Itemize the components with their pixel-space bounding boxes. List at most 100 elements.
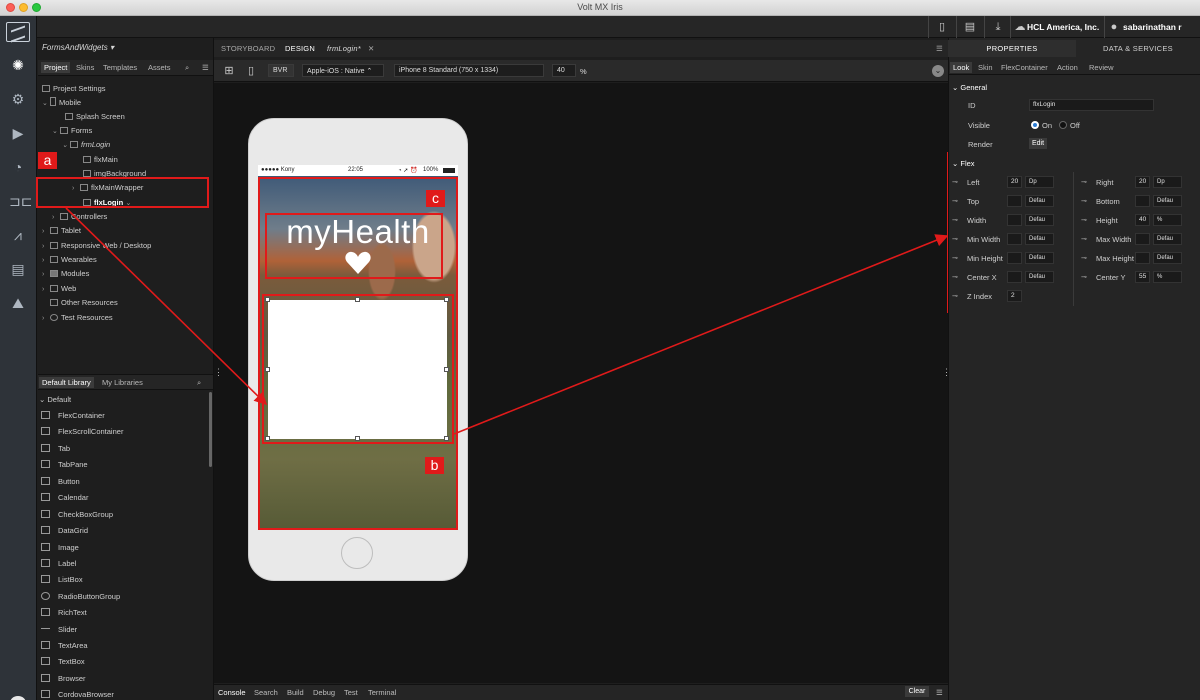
project-name[interactable]: FormsAndWidgets ▾: [42, 43, 114, 52]
library-item[interactable]: Label: [41, 558, 76, 570]
flex-top-unit[interactable]: Defau: [1025, 195, 1054, 207]
flex-center-x-unit[interactable]: Defau: [1025, 271, 1054, 283]
chevron-down-icon[interactable]: ⌄: [932, 65, 944, 77]
tab-storyboard[interactable]: STORYBOARD: [221, 44, 275, 53]
flex-height-unit[interactable]: %: [1153, 214, 1182, 226]
tab-my-libraries[interactable]: My Libraries: [102, 378, 143, 387]
bvr-button[interactable]: BVR: [268, 64, 294, 77]
tree-splash-screen[interactable]: Splash Screen: [65, 111, 125, 123]
link-icon[interactable]: ⊸: [1081, 235, 1087, 243]
flex-max-height-unit[interactable]: Defau: [1153, 252, 1182, 264]
gauge-icon[interactable]: ◔: [9, 158, 27, 176]
link-icon[interactable]: ⊸: [952, 273, 958, 281]
flex-height-input[interactable]: 40: [1135, 214, 1150, 226]
tree-responsive-web[interactable]: › Responsive Web / Desktop: [42, 240, 151, 252]
flex-left-input[interactable]: 20: [1007, 176, 1022, 188]
play-icon[interactable]: ▶: [9, 124, 27, 142]
tree-modules[interactable]: › Modules: [42, 268, 89, 280]
link-icon[interactable]: ⊸: [952, 178, 958, 186]
link-icon[interactable]: ⊸: [952, 254, 958, 262]
tree-project-settings[interactable]: Project Settings: [42, 83, 106, 95]
tab-default-library[interactable]: Default Library: [39, 377, 94, 388]
splitter-grip-icon[interactable]: ⋮: [214, 367, 223, 378]
tree-frmlogin[interactable]: ⌄ frmLogin: [62, 139, 110, 151]
link-icon[interactable]: ⊸: [1081, 216, 1087, 224]
flex-right-input[interactable]: 20: [1135, 176, 1150, 188]
tree-tablet[interactable]: › Tablet: [42, 225, 81, 237]
library-group-default[interactable]: ⌄ Default: [39, 394, 71, 406]
device-icon[interactable]: ▯: [935, 20, 949, 34]
link-icon[interactable]: ⊸: [1081, 197, 1087, 205]
library-item[interactable]: CordovaBrowser: [41, 689, 114, 700]
flex-right-unit[interactable]: Dp: [1153, 176, 1182, 188]
menu-icon[interactable]: ☰: [202, 63, 209, 72]
flex-max-width-unit[interactable]: Defau: [1153, 233, 1182, 245]
splitter-grip-icon[interactable]: ⋮: [942, 367, 951, 378]
flex-center-y-input[interactable]: 55: [1135, 271, 1150, 283]
tab-properties[interactable]: PROPERTIES: [948, 40, 1076, 57]
library-item[interactable]: Tab: [41, 443, 70, 455]
library-scrollbar[interactable]: [209, 392, 212, 467]
library-item[interactable]: Image: [41, 542, 79, 554]
link-icon[interactable]: ⊸: [952, 292, 958, 300]
flex-section-header[interactable]: ⌄ Flex: [952, 159, 975, 168]
flex-z-index-input[interactable]: 2: [1007, 290, 1022, 302]
editor-menu-icon[interactable]: ☰: [936, 44, 943, 53]
tab-terminal[interactable]: Terminal: [368, 688, 396, 697]
tab-look[interactable]: Look: [950, 62, 973, 73]
library-item[interactable]: FlexScrollContainer: [41, 426, 123, 438]
link-icon[interactable]: ⊸: [952, 235, 958, 243]
flex-min-height-unit[interactable]: Defau: [1025, 252, 1054, 264]
flex-bottom-input[interactable]: [1135, 195, 1150, 207]
tab-debug[interactable]: Debug: [313, 688, 335, 697]
tab-action[interactable]: Action: [1057, 63, 1078, 72]
flex-max-width-input[interactable]: [1135, 233, 1150, 245]
tree-wearables[interactable]: › Wearables: [42, 254, 97, 266]
tab-test[interactable]: Test: [344, 688, 358, 697]
tab-flexcontainer[interactable]: FlexContainer: [1001, 63, 1048, 72]
console-menu-icon[interactable]: ☰: [936, 688, 943, 697]
cloud-icon[interactable]: ☁: [1013, 20, 1027, 34]
library-item[interactable]: Button: [41, 476, 80, 488]
device-preview-icon[interactable]: ▯: [244, 64, 258, 78]
tab-build[interactable]: Build: [287, 688, 304, 697]
flex-min-width-unit[interactable]: Defau: [1025, 233, 1054, 245]
id-input[interactable]: flxLogin: [1029, 99, 1154, 111]
library-item[interactable]: FlexContainer: [41, 410, 105, 422]
library-item[interactable]: TextBox: [41, 656, 85, 668]
clipboard-icon[interactable]: ▤: [963, 20, 977, 34]
chat-icon[interactable]: [10, 696, 26, 700]
platform-select[interactable]: Apple-iOS : Native ⌃: [302, 64, 384, 77]
general-section-header[interactable]: ⌄ General: [952, 83, 987, 92]
link-icon[interactable]: ⊸: [952, 197, 958, 205]
tree-mobile[interactable]: ⌄ Mobile: [42, 97, 81, 109]
layout-icon[interactable]: ⊞: [222, 64, 236, 78]
mapping-icon[interactable]: ⊐⊏: [9, 192, 32, 210]
flex-width-input[interactable]: [1007, 214, 1022, 226]
visible-on-radio[interactable]: [1031, 121, 1039, 129]
library-item[interactable]: RichText: [41, 607, 87, 619]
settings-gear-icon[interactable]: ⚙: [9, 90, 27, 108]
flex-width-unit[interactable]: Defau: [1025, 214, 1054, 226]
tab-data-services[interactable]: DATA & SERVICES: [1076, 40, 1200, 57]
device-select[interactable]: iPhone 8 Standard (750 x 1334): [394, 64, 544, 77]
tree-controllers[interactable]: › Controllers: [52, 211, 107, 223]
flex-bottom-unit[interactable]: Defau: [1153, 195, 1182, 207]
library-item[interactable]: ListBox: [41, 574, 83, 586]
tab-review[interactable]: Review: [1089, 63, 1114, 72]
tab-design[interactable]: DESIGN: [285, 44, 315, 53]
tab-frmlogin[interactable]: frmLogin*: [327, 44, 361, 53]
tree-forms[interactable]: ⌄ Forms: [52, 125, 92, 137]
flex-min-width-input[interactable]: [1007, 233, 1022, 245]
search-icon[interactable]: ⌕: [185, 63, 189, 73]
user-icon[interactable]: ●: [1107, 20, 1121, 34]
link-icon[interactable]: ⊸: [1081, 178, 1087, 186]
tab-assets[interactable]: Assets: [148, 63, 171, 72]
close-tab-icon[interactable]: ✕: [368, 44, 374, 53]
library-item[interactable]: TabPane: [41, 459, 88, 471]
tree-test-resources[interactable]: › Test Resources: [42, 312, 113, 324]
document-icon[interactable]: ▤: [9, 260, 27, 278]
tab-console[interactable]: Console: [218, 688, 246, 697]
library-search-icon[interactable]: ⌕: [197, 378, 201, 388]
render-edit-button[interactable]: Edit: [1029, 138, 1047, 149]
